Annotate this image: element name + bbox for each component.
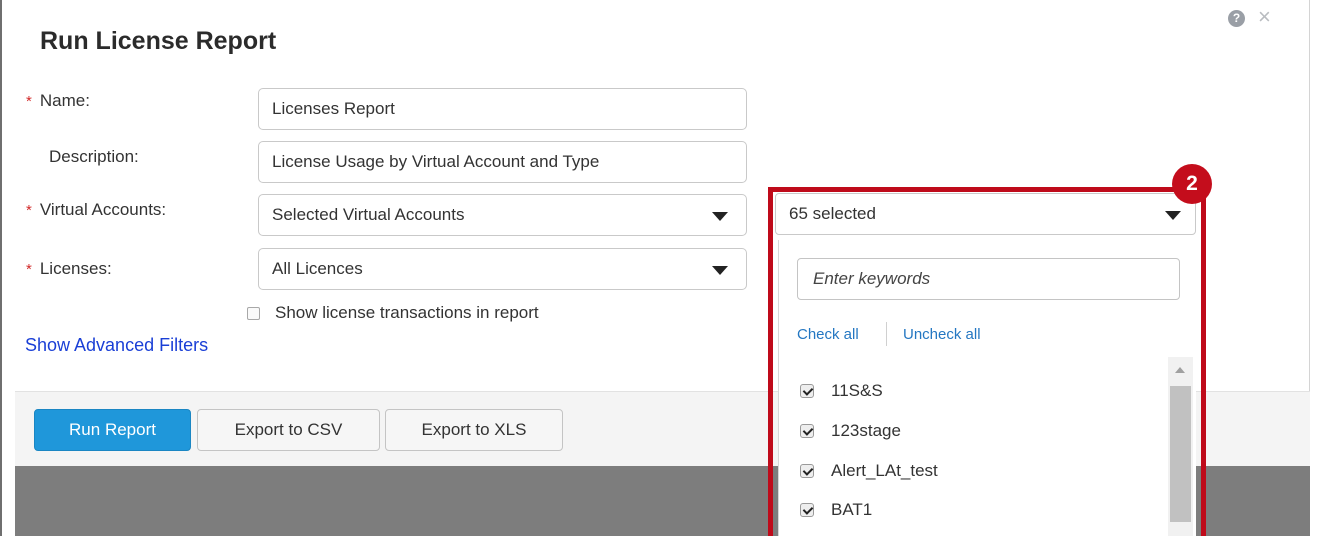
licenses-label-text: Licenses:: [39, 259, 112, 278]
show-advanced-filters-link[interactable]: Show Advanced Filters: [25, 335, 208, 356]
virtual-accounts-label-text: Virtual Accounts:: [39, 200, 167, 219]
name-input[interactable]: Licenses Report: [258, 88, 747, 130]
licenses-value: All Licences: [272, 259, 363, 278]
export-xls-button[interactable]: Export to XLS: [385, 409, 563, 451]
name-label: * Name:: [26, 91, 90, 111]
highlight-callout-frame: [768, 187, 1206, 536]
virtual-accounts-select[interactable]: Selected Virtual Accounts: [258, 194, 747, 236]
step-badge: 2: [1172, 164, 1212, 204]
close-icon[interactable]: ×: [1258, 6, 1271, 28]
required-marker: *: [26, 261, 32, 278]
licenses-select[interactable]: All Licences: [258, 248, 747, 290]
window-edge: [0, 0, 2, 536]
name-label-text: Name:: [39, 91, 90, 110]
chevron-down-icon: [712, 266, 728, 275]
show-transactions-checkbox[interactable]: [247, 307, 260, 320]
description-label: Description:: [49, 147, 139, 166]
dialog-title: Run License Report: [40, 27, 277, 55]
virtual-accounts-value: Selected Virtual Accounts: [272, 205, 465, 224]
licenses-label: * Licenses:: [26, 259, 112, 279]
description-input[interactable]: License Usage by Virtual Account and Typ…: [258, 141, 747, 183]
export-csv-button[interactable]: Export to CSV: [197, 409, 380, 451]
question-circle-icon[interactable]: ?: [1228, 10, 1245, 27]
required-marker: *: [26, 93, 32, 110]
required-marker: *: [26, 202, 32, 219]
virtual-accounts-label: * Virtual Accounts:: [26, 200, 166, 220]
show-transactions-label: Show license transactions in report: [275, 303, 539, 322]
run-report-button[interactable]: Run Report: [34, 409, 191, 451]
chevron-down-icon: [712, 212, 728, 221]
